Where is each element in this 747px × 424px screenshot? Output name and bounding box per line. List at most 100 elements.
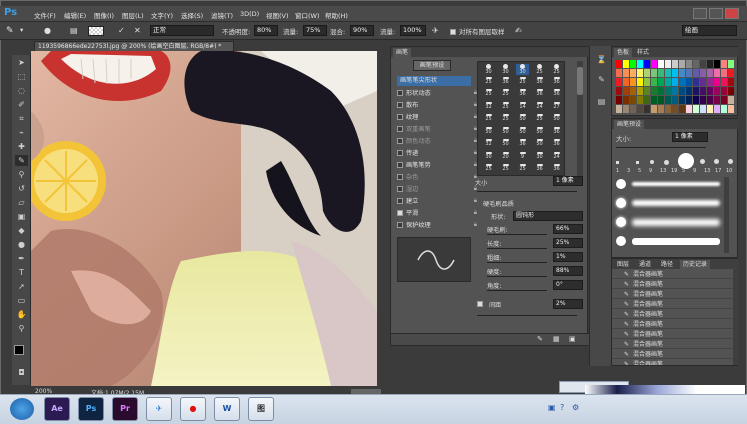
brush-tip[interactable]: 36	[550, 164, 563, 175]
tab-brush[interactable]: 画笔	[393, 48, 412, 57]
brush-tip[interactable]: 50	[533, 126, 546, 138]
preset-scrollbar[interactable]	[724, 177, 729, 253]
brush-tip[interactable]: 24	[550, 151, 563, 163]
quick-mask-icon[interactable]: ◘	[15, 367, 28, 378]
menu-type[interactable]: 文字(Y)	[151, 10, 173, 20]
color-swatch[interactable]	[658, 87, 664, 95]
shape-select[interactable]: 圆钝形	[513, 211, 583, 221]
brush-tip[interactable]: 25	[533, 64, 546, 75]
brush-tip[interactable]: 36	[550, 139, 563, 150]
blend-mode-select[interactable]: 正常	[150, 25, 214, 36]
color-swatch[interactable]	[721, 96, 727, 104]
menu-select[interactable]: 选择(S)	[181, 10, 203, 20]
brush-tip[interactable]: 36	[533, 76, 546, 88]
color-swatch[interactable]	[644, 60, 650, 68]
option-color-dynamics[interactable]: 颜色动态 🔒︎	[397, 136, 477, 147]
sample-all-checkbox[interactable]: 对所有图层取样	[450, 26, 505, 36]
load-brush-swatch[interactable]	[88, 26, 104, 36]
option-transfer[interactable]: 传递 🔒︎	[397, 148, 477, 159]
color-swatch[interactable]	[707, 105, 713, 113]
brush-panel-icon[interactable]: ▤	[595, 96, 608, 107]
color-swatch[interactable]	[686, 96, 692, 104]
color-swatch[interactable]	[658, 69, 664, 77]
tab-layers[interactable]: 图层	[614, 260, 632, 269]
color-swatch[interactable]	[630, 69, 636, 77]
brush-tip[interactable]: 36	[533, 164, 546, 175]
menu-layer[interactable]: 图层(L)	[122, 10, 144, 20]
stamp-tool-icon[interactable]: ⚲	[15, 169, 28, 180]
taskbar-app-image[interactable]: 图	[248, 397, 274, 421]
checkbox[interactable]	[397, 174, 403, 180]
move-tool-icon[interactable]: ➤	[15, 57, 28, 68]
color-swatch[interactable]	[714, 60, 720, 68]
brush-presets-button[interactable]: 画笔预设	[413, 60, 451, 71]
foreground-color-swatch[interactable]	[14, 345, 24, 355]
color-swatch[interactable]	[616, 78, 622, 86]
spacing-checkbox[interactable]	[477, 300, 486, 308]
color-swatch[interactable]	[616, 60, 622, 68]
checkbox[interactable]	[397, 186, 403, 192]
history-item[interactable]: ✎ 混合器画笔	[612, 359, 733, 365]
option-scattering[interactable]: 散布 🔒︎	[397, 100, 477, 111]
history-list[interactable]: ✎ 混合器画笔 ✎ 混合器画笔 ✎ 混合器画笔 ✎ 混合器画笔 ✎ 混合器画笔 ✎ 混合器画笔 ✎ 混合器…	[612, 269, 733, 365]
pressure-icon[interactable]: ✍	[515, 26, 522, 35]
brush-tip[interactable]: 25	[533, 114, 546, 125]
history-item[interactable]: ✎ 混合器画笔	[612, 349, 733, 359]
brush-tip[interactable]: 25	[482, 76, 495, 88]
color-swatch[interactable]	[644, 87, 650, 95]
color-swatch[interactable]	[637, 87, 643, 95]
color-swatch[interactable]	[658, 60, 664, 68]
color-swatch[interactable]	[728, 60, 734, 68]
color-swatch[interactable]	[665, 96, 671, 104]
color-swatch[interactable]	[651, 60, 657, 68]
option-texture[interactable]: 纹理 🔒︎	[397, 112, 477, 123]
close-button[interactable]	[725, 8, 739, 19]
brush-tip[interactable]: 50	[516, 114, 529, 125]
history-item[interactable]: ✎ 混合器画笔	[612, 339, 733, 349]
brush-tip[interactable]: 50	[482, 126, 495, 138]
brush-tip[interactable]: 36	[533, 89, 546, 100]
color-swatch[interactable]	[693, 69, 699, 77]
lock-icon[interactable]: 🔒︎	[474, 197, 477, 205]
brush-tip[interactable]: 25	[516, 76, 529, 88]
color-swatch[interactable]	[651, 105, 657, 113]
color-swatch[interactable]	[728, 69, 734, 77]
color-swatch[interactable]	[623, 60, 629, 68]
menu-3d[interactable]: 3D(D)	[240, 10, 259, 18]
tab-swatches[interactable]: 色板	[614, 48, 633, 57]
color-swatch[interactable]	[658, 105, 664, 113]
brush-size-icon[interactable]: ●	[44, 26, 51, 35]
color-swatch[interactable]	[616, 87, 622, 95]
blur-tool-icon[interactable]: ◆	[15, 225, 28, 236]
pen-tool-icon[interactable]: ✒	[15, 253, 28, 264]
brush-tip[interactable]: 30	[499, 64, 512, 75]
color-swatch[interactable]	[714, 78, 720, 86]
mixer-brush-icon[interactable]: ✎	[6, 26, 14, 36]
load-brush-icon[interactable]: ✓	[118, 26, 125, 35]
menu-file[interactable]: 文件(F)	[34, 10, 56, 20]
menu-filter[interactable]: 滤镜(T)	[211, 10, 233, 20]
brush-tip[interactable]: 30	[516, 64, 529, 75]
color-swatch[interactable]	[707, 78, 713, 86]
brush-tip[interactable]: 36	[550, 89, 563, 100]
preset-size-slider[interactable]	[616, 147, 706, 148]
brush-tip[interactable]: 50	[550, 114, 563, 125]
color-swatch[interactable]	[637, 69, 643, 77]
brush-tip[interactable]: 25	[482, 114, 495, 125]
color-swatch[interactable]	[658, 96, 664, 104]
mix-field[interactable]: 90%	[350, 25, 374, 36]
lock-icon[interactable]: 🔒︎	[474, 221, 477, 229]
brush-tip[interactable]: 30	[482, 64, 495, 75]
checkbox[interactable]	[397, 222, 403, 228]
history-item[interactable]: ✎ 混合器画笔	[612, 299, 733, 309]
history-item[interactable]: ✎ 混合器画笔	[612, 279, 733, 289]
color-swatch[interactable]	[721, 78, 727, 86]
color-swatch[interactable]	[651, 78, 657, 86]
minimize-button[interactable]	[693, 8, 707, 19]
checkbox[interactable]	[397, 114, 403, 120]
brush-tip[interactable]: 30	[482, 151, 495, 163]
eyedropper-tool-icon[interactable]: ⌁	[15, 127, 28, 138]
color-swatch[interactable]	[623, 87, 629, 95]
color-swatch[interactable]	[693, 78, 699, 86]
preset-size-value[interactable]: 1 像素	[672, 132, 708, 142]
